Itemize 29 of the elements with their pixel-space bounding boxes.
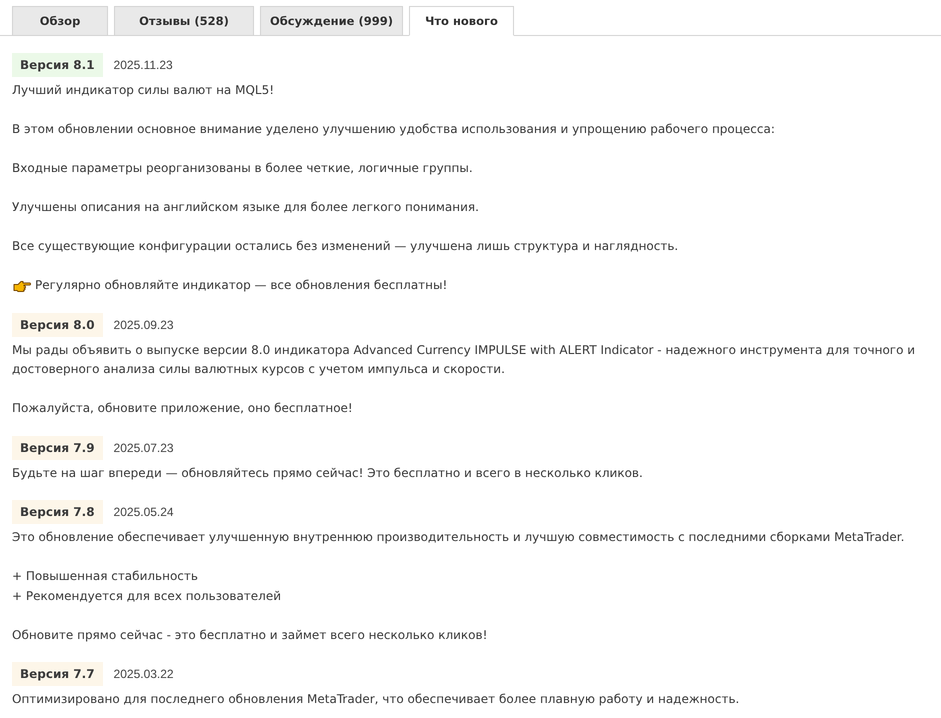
paragraph: Входные параметры реорганизованы в более четкие, логичные группы. <box>12 160 474 177</box>
tab[interactable]: Обсуждение (999) <box>260 6 403 36</box>
tab[interactable]: Обзор <box>12 6 108 36</box>
paragraph: В этом обновлении основное внимание уделено улучшению удобства использования и упрощению рабочего процесса: <box>12 121 776 138</box>
version-date: 2025.07.23 <box>114 440 174 454</box>
version-badge: Версия 8.0 <box>12 312 103 336</box>
version-date: 2025.09.23 <box>114 318 174 332</box>
pointing-hand-icon <box>13 279 31 292</box>
version-badge: Версия 8.1 <box>12 53 103 77</box>
paragraph: Все существующие конфигурации остались без изменений — улучшена лишь структура и наглядность. <box>12 238 680 255</box>
paragraph: Будьте на шаг впереди — обновляйтесь прямо сейчас! Это бесплатно и всего в несколько кликов. <box>12 464 644 482</box>
paragraph: Обновите прямо сейчас - это бесплатно и займет всего несколько кликов! <box>12 626 488 644</box>
list-item: + Рекомендуется для всех пользователей <box>12 588 282 604</box>
paragraph: Оптимизировано для последнего обновления MetaTrader, что обеспечивает более плавную работу и надежность. <box>12 691 740 708</box>
version-date: 2025.11.23 <box>114 58 173 72</box>
paragraph: Улучшены описания на английском языке для более легкого понимания. <box>12 199 480 216</box>
paragraph: Регулярно обновляйте индикатор — все обновления бесплатны! <box>35 277 448 294</box>
list-item: + Повышенная стабильность <box>12 568 199 585</box>
paragraph: Пожалуйста, обновите приложение, оно бесплатное! <box>12 400 354 417</box>
paragraph: Лучший индикатор силы валют на MQL5! <box>12 82 276 99</box>
version-badge: Версия 7.7 <box>12 662 103 686</box>
version-date: 2025.05.24 <box>114 505 174 519</box>
version-date: 2025.03.22 <box>114 667 174 681</box>
tab[interactable]: Что нового <box>409 6 514 36</box>
version-badge: Версия 7.9 <box>12 436 103 460</box>
paragraph: Это обновление обеспечивает улучшенную внутреннюю производительность и лучшую совместимость с последними сборками MetaTrader. <box>12 529 906 546</box>
version-badge: Версия 7.8 <box>12 500 103 524</box>
paragraph: Мы рады объявить о выпуске версии 8.0 индикатора Advanced Currency IMPULSE with ALERT Indicator - надежного инструмента для точного и достоверного анализа силы валютных курсов с учетом импульса и скорости. <box>12 342 916 378</box>
tab[interactable]: Отзывы (528) <box>114 6 254 36</box>
